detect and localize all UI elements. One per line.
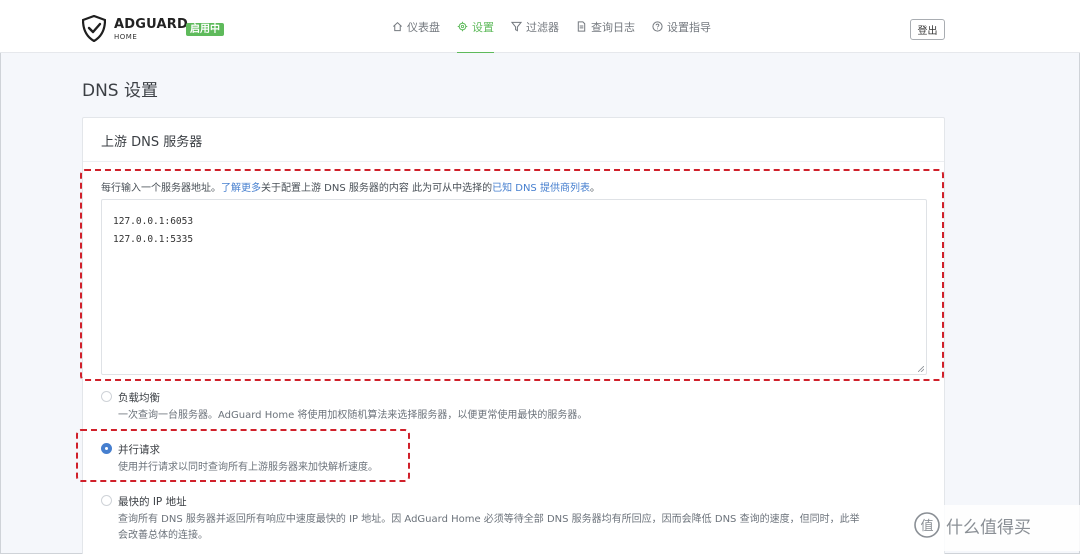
brand-name: ADGUARD (114, 17, 188, 32)
parallel-highlight-box (76, 429, 410, 482)
card-title: 上游 DNS 服务器 (101, 135, 203, 150)
nav-dashboard-label: 仪表盘 (407, 20, 440, 34)
status-badge: 启用中 (186, 23, 224, 36)
brand-subtitle: HOME (114, 33, 138, 41)
document-icon (577, 21, 586, 32)
watermark: 值 什么值得买 (914, 512, 1031, 538)
nav-filters[interactable]: 过滤器 (511, 0, 559, 53)
filter-icon (511, 21, 522, 32)
fastest-ip-desc: 查询所有 DNS 服务器并返回所有响应中速度最快的 IP 地址。因 AdGuar… (118, 514, 860, 525)
upstream-highlight-box (80, 169, 944, 381)
nav-query-log[interactable]: 查询日志 (576, 0, 635, 53)
nav-settings[interactable]: 设置 (457, 0, 494, 53)
nav-filters-label: 过滤器 (526, 20, 559, 34)
card-header: 上游 DNS 服务器 (83, 118, 944, 162)
fastest-ip-desc-line2: 会改善总体的连接。 (118, 530, 208, 541)
nav-settings-label: 设置 (472, 20, 494, 34)
fastest-ip-label[interactable]: 最快的 IP 地址 (118, 494, 187, 509)
fastest-ip-radio[interactable] (101, 495, 112, 506)
main-nav: 仪表盘 设置 过滤器 查询日志 设置指导 (392, 0, 728, 53)
nav-dashboard[interactable]: 仪表盘 (392, 0, 440, 53)
top-header: ADGUARD HOME 启用中 仪表盘 设置 过滤器 查询日志 设置指导 登出 (0, 0, 1080, 53)
page-title: DNS 设置 (82, 81, 159, 101)
watermark-text: 什么值得买 (946, 517, 1031, 538)
home-icon (393, 21, 402, 32)
smzdm-logo-icon: 值 (914, 512, 940, 538)
load-balance-label[interactable]: 负载均衡 (118, 390, 160, 405)
nav-setup-guide[interactable]: 设置指导 (652, 0, 711, 53)
watermark-logo-text: 值 (920, 518, 933, 534)
help-icon (652, 21, 663, 32)
gear-icon (457, 21, 468, 32)
adguard-shield-logo (82, 15, 106, 42)
logout-button[interactable]: 登出 (910, 19, 945, 40)
load-balance-radio[interactable] (101, 391, 112, 402)
nav-setup-guide-label: 设置指导 (667, 20, 711, 34)
nav-query-log-label: 查询日志 (591, 20, 635, 34)
load-balance-desc: 一次查询一台服务器。AdGuard Home 将使用加权随机算法来选择服务器，以… (118, 410, 588, 421)
